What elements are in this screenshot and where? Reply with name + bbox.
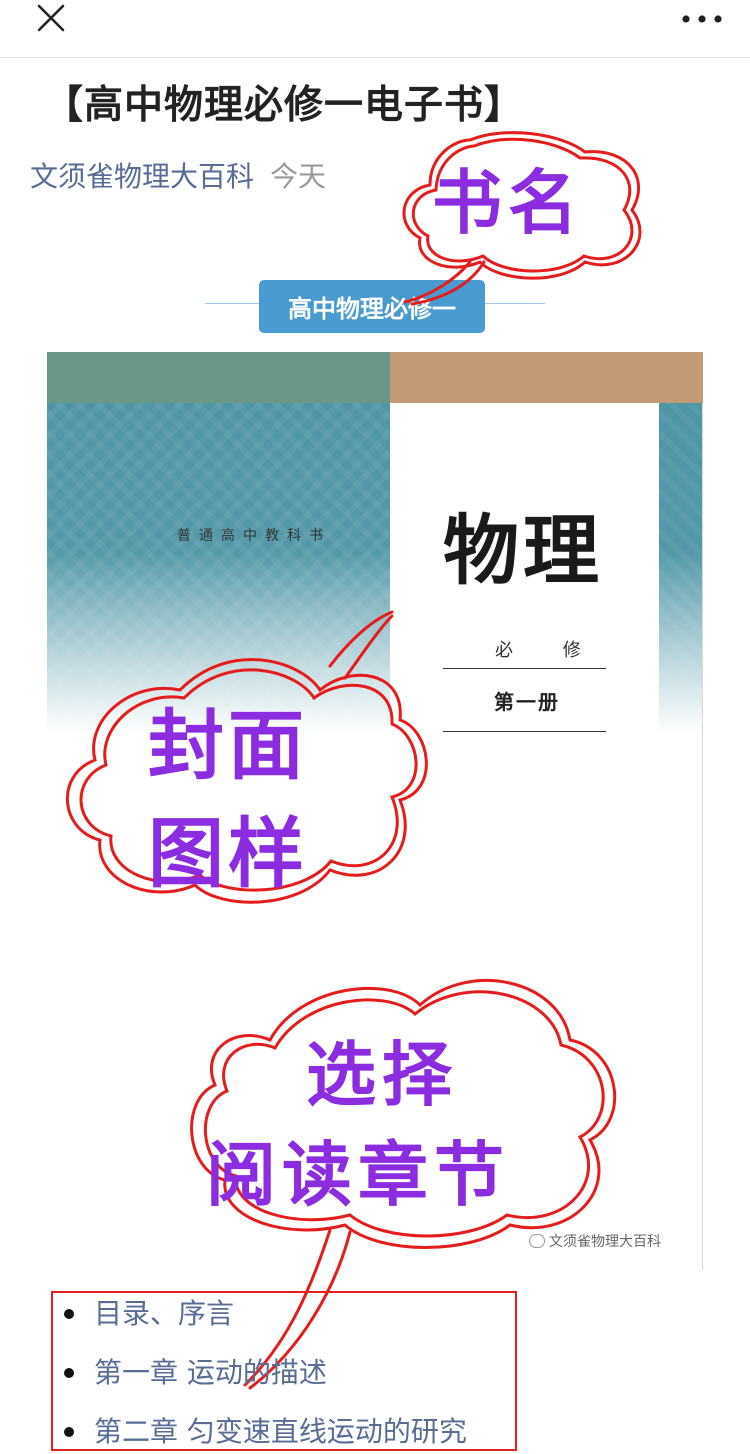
book-cover-image: 普通高中教科书 物理 必 修 第一册 文须雀物理大百科 <box>47 352 703 1270</box>
chapter-link-2[interactable]: 第二章 匀变速直线运动的研究 <box>94 1415 467 1448</box>
cover-subject: 物理 <box>443 506 603 595</box>
book-title-tag: 高中物理必修一 <box>259 280 485 333</box>
annotation-choose-line2: 阅读章节 <box>206 1134 510 1216</box>
publish-date: 今天 <box>270 160 327 193</box>
close-icon[interactable] <box>26 0 78 40</box>
cover-top-band-right <box>390 352 703 403</box>
annotation-cover-line1: 封面 <box>148 701 308 790</box>
cover-volume: 第一册 <box>494 690 560 714</box>
top-bar <box>0 0 750 58</box>
cover-required: 必 修 <box>495 640 603 661</box>
cover-pattern-right <box>659 403 703 733</box>
cover-rule-top <box>443 668 606 669</box>
close-button[interactable] <box>26 0 78 40</box>
annotation-book-name: 书名 <box>432 162 584 244</box>
section-divider-left <box>205 303 259 304</box>
cover-pattern-left <box>47 403 390 733</box>
cover-edge <box>702 403 703 1270</box>
more-button[interactable] <box>676 4 728 34</box>
article-title: 【高中物理必修一电子书】 <box>44 83 525 128</box>
chapter-link-preface[interactable]: 目录、序言 <box>94 1297 234 1330</box>
watermark-text: 文须雀物理大百科 <box>549 1234 661 1250</box>
list-item: 目录、序言 <box>64 1294 467 1353</box>
article-meta: 文须雀物理大百科 今天 <box>30 155 326 195</box>
wechat-icon <box>529 1234 545 1248</box>
section-divider-right <box>485 303 545 304</box>
author-link[interactable]: 文须雀物理大百科 <box>30 160 254 193</box>
chapter-list: 目录、序言 第一章 运动的描述 第二章 匀变速直线运动的研究 <box>64 1294 467 1454</box>
list-item: 第二章 匀变速直线运动的研究 <box>64 1412 467 1454</box>
cover-rule-bottom <box>443 731 606 732</box>
annotation-cover-line2: 图样 <box>148 809 308 898</box>
cover-watermark: 文须雀物理大百科 <box>529 1231 661 1251</box>
cover-series-text: 普通高中教科书 <box>177 528 331 544</box>
annotation-choose-line1: 选择 <box>306 1034 458 1116</box>
list-item: 第一章 运动的描述 <box>64 1353 467 1412</box>
more-dots-icon[interactable] <box>676 4 728 34</box>
chapter-link-1[interactable]: 第一章 运动的描述 <box>94 1356 327 1389</box>
cover-top-band-left <box>47 352 390 403</box>
